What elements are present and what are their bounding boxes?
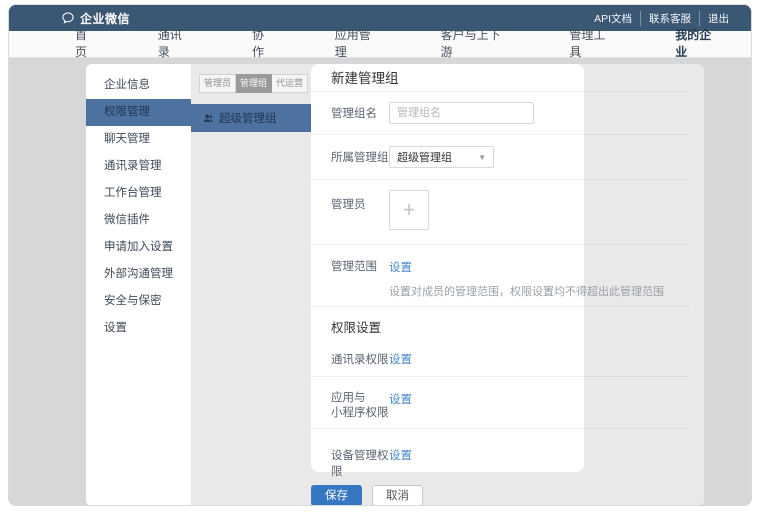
scope-body: 设置 设置对成员的管理范围，权限设置均不得超出此管理范围 [389, 245, 664, 306]
content-area: 企业信息 权限管理 聊天管理 通讯录管理 工作台管理 微信插件 申请加入设置 外… [9, 58, 751, 506]
nav-tab-home[interactable]: 首页 [45, 31, 128, 57]
main-nav: 首页 通讯录 协作 应用管理 客户与上下游 管理工具 我的企业 [9, 31, 751, 58]
admin-console-window: 企业微信 API文档 联系客服 退出 首页 通讯录 协作 应用管理 客户与上下游… [8, 4, 752, 506]
sidebar-item-permission-management[interactable]: 权限管理 [86, 99, 191, 126]
group-item-label: 超级管理组 [219, 110, 277, 126]
group-name-row: 管理组名 [311, 92, 689, 135]
scope-set-link[interactable]: 设置 [389, 259, 412, 275]
contacts-permission-row: 通讯录权限 设置 [311, 339, 689, 377]
admin-type-tabs: 管理员 管理组 代运营 + [199, 74, 311, 93]
group-name-label: 管理组名 [331, 105, 389, 121]
nav-tab-my-company[interactable]: 我的企业 [645, 31, 751, 57]
form-buttons: 保存 取消 [311, 485, 689, 506]
sidebar-item-chat-management[interactable]: 聊天管理 [86, 126, 191, 153]
sidebar-item-wechat-plugin[interactable]: 微信插件 [86, 207, 191, 234]
screenshot-root: 企业微信 API文档 联系客服 退出 首页 通讯录 协作 应用管理 客户与上下游… [0, 0, 760, 512]
sidebar-item-contacts-management[interactable]: 通讯录管理 [86, 153, 191, 180]
add-admin-button[interactable]: + [389, 190, 429, 230]
new-group-form: 新建管理组 管理组名 所属管理组 超级管理组 ▼ [311, 64, 689, 506]
group-list-item-super-admin[interactable]: 超级管理组 [191, 104, 311, 132]
parent-group-value: 超级管理组 [397, 149, 452, 165]
parent-group-select[interactable]: 超级管理组 ▼ [389, 146, 494, 168]
permissions-heading: 权限设置 [311, 307, 689, 339]
sidebar-item-settings[interactable]: 设置 [86, 315, 191, 342]
apps-permission-set-link[interactable]: 设置 [389, 377, 412, 428]
tab-admin-groups[interactable]: 管理组 [236, 74, 272, 93]
sidebar-item-company-info[interactable]: 企业信息 [86, 72, 191, 99]
form-title: 新建管理组 [311, 64, 689, 92]
form-rows: 新建管理组 管理组名 所属管理组 超级管理组 ▼ [311, 64, 689, 472]
save-button[interactable]: 保存 [311, 485, 362, 506]
sidebar-item-join-settings[interactable]: 申请加入设置 [86, 234, 191, 261]
sidebar-item-workbench-management[interactable]: 工作台管理 [86, 180, 191, 207]
nav-tab-admin-tools[interactable]: 管理工具 [539, 31, 645, 57]
apps-permission-row: 应用与小程序权限 设置 [311, 377, 689, 429]
admins-row: 管理员 + [311, 180, 689, 245]
contacts-permission-set-link[interactable]: 设置 [389, 339, 412, 376]
chevron-down-icon: ▼ [478, 153, 486, 162]
scope-hint-text: 设置对成员的管理范围，权限设置均不得超出此管理范围 [389, 283, 664, 299]
device-permission-row: 设备管理权限 设置 [311, 429, 689, 472]
apps-permission-label-line2: 小程序权限 [331, 406, 389, 421]
nav-tab-customers[interactable]: 客户与上下游 [411, 31, 540, 57]
parent-group-label: 所属管理组 [331, 149, 389, 165]
nav-tab-app-management[interactable]: 应用管理 [305, 31, 411, 57]
device-permission-set-link[interactable]: 设置 [389, 429, 412, 472]
scope-row: 管理范围 设置 设置对成员的管理范围，权限设置均不得超出此管理范围 [311, 245, 689, 307]
settings-sidebar: 企业信息 权限管理 聊天管理 通讯录管理 工作台管理 微信插件 申请加入设置 外… [86, 64, 191, 506]
sidebar-item-security[interactable]: 安全与保密 [86, 288, 191, 315]
admin-group-column: 管理员 管理组 代运营 + 超级管理组 [191, 64, 311, 506]
contacts-permission-label: 通讯录权限 [331, 339, 389, 376]
scope-label: 管理范围 [331, 245, 389, 306]
nav-tab-collaboration[interactable]: 协作 [222, 31, 305, 57]
tab-administrators[interactable]: 管理员 [199, 74, 236, 93]
tab-agency-operation[interactable]: 代运营 [272, 74, 308, 93]
parent-group-row: 所属管理组 超级管理组 ▼ [311, 135, 689, 180]
cancel-button[interactable]: 取消 [372, 485, 423, 506]
device-permission-label: 设备管理权限 [331, 429, 389, 472]
main-area: 新建管理组 管理组名 所属管理组 超级管理组 ▼ [311, 64, 704, 506]
nav-tab-contacts[interactable]: 通讯录 [128, 31, 222, 57]
admins-label: 管理员 [331, 180, 389, 244]
group-name-input[interactable] [389, 102, 534, 124]
group-icon [203, 113, 214, 124]
sidebar-item-external-communication[interactable]: 外部沟通管理 [86, 261, 191, 288]
apps-permission-label-line1: 应用与 [331, 392, 366, 404]
apps-permission-label: 应用与小程序权限 [331, 377, 389, 428]
settings-panel: 企业信息 权限管理 聊天管理 通讯录管理 工作台管理 微信插件 申请加入设置 外… [86, 64, 704, 506]
